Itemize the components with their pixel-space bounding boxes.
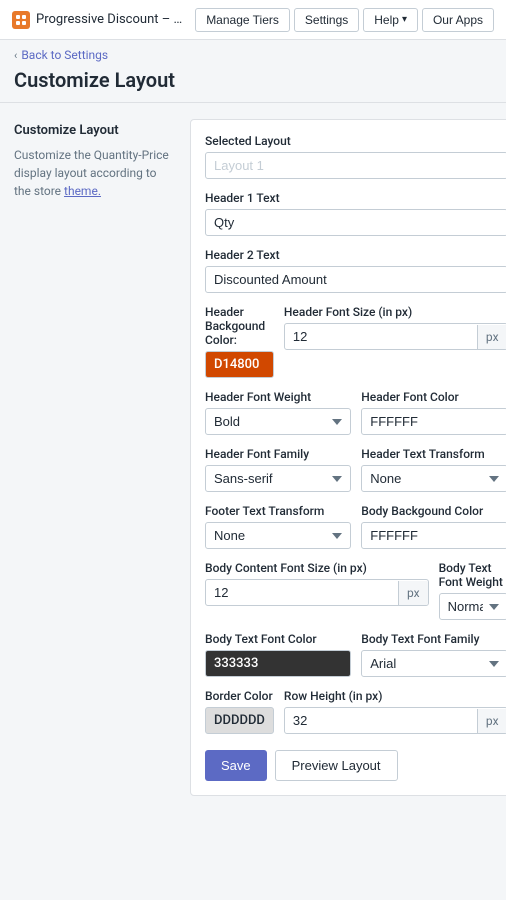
form-actions: Save Preview Layout [205,750,506,781]
header-bg-color-col: Header Backgound Color: D14800 [205,305,274,378]
body-text-family-col: Body Text Font Family Arial Sans-serif G… [361,632,506,677]
header-font-weight-select[interactable]: Bold Normal Light [205,408,351,435]
body-fontsize-fontweight-row: Body Content Font Size (in px) px Body T… [205,561,506,620]
row-height-label: Row Height (in px) [284,689,506,703]
footer-text-transform-select[interactable]: None Uppercase Lowercase [205,522,351,549]
body-text-color-label: Body Text Font Color [205,632,351,646]
sidebar: Customize Layout Customize the Quantity-… [14,119,174,796]
body-text-color-col: Body Text Font Color 333333 [205,632,351,677]
sidebar-description: Customize the Quantity-Price display lay… [14,146,174,200]
header-bg-fontsize-row: Header Backgound Color: D14800 Header Fo… [205,305,506,378]
header-font-family-col: Header Font Family Sans-serif Arial Geor… [205,447,351,492]
settings-button[interactable]: Settings [294,8,359,32]
body-font-size-unit: px [398,581,428,605]
page-title: Customize Layout [0,66,506,102]
header-font-color-col: Header Font Color [361,390,506,435]
body-text-color-input[interactable]: 333333 [205,650,351,677]
our-apps-button[interactable]: Our Apps [422,8,494,32]
body-font-weight-col: Body Text Font Weight Normal Bold Light [439,561,506,620]
body-bg-color-input[interactable] [361,522,506,549]
header-font-family-label: Header Font Family [205,447,351,461]
nav-buttons: Manage Tiers Settings Help ▾ Our Apps [195,8,494,32]
breadcrumb: ‹ Back to Settings [0,40,506,66]
header-font-size-col: Header Font Size (in px) px [284,305,506,378]
body-text-family-label: Body Text Font Family [361,632,506,646]
header2-group: Header 2 Text [205,248,506,293]
header-font-size-wrap: px [284,323,506,350]
form-card: Selected Layout Header 1 Text Header 2 T… [190,119,506,796]
body-font-size-wrap: px [205,579,429,606]
app-title: Progressive Discount – A Tiered Discount… [36,12,189,27]
row-height-wrap: px [284,707,506,734]
header-font-color-input[interactable] [361,408,506,435]
header1-group: Header 1 Text [205,191,506,236]
header-text-transform-select[interactable]: None Uppercase Lowercase Capitalize [361,465,506,492]
row-height-col: Row Height (in px) px [284,689,506,734]
header-text-transform-label: Header Text Transform [361,447,506,461]
header-bg-color-input[interactable]: D14800 [205,351,274,378]
main-layout: Customize Layout Customize the Quantity-… [0,119,506,796]
help-button[interactable]: Help ▾ [363,8,418,32]
header-fontweight-fontcolor-row: Header Font Weight Bold Normal Light Hea… [205,390,506,435]
body-font-weight-label: Body Text Font Weight [439,561,506,589]
page-divider [0,102,506,103]
border-color-row-height-row: Border Color DDDDDD Row Height (in px) p… [205,689,506,734]
header-font-size-unit: px [477,325,506,349]
body-font-size-input[interactable] [206,580,398,605]
body-text-family-select[interactable]: Arial Sans-serif Georgia [361,650,506,677]
selected-layout-input[interactable] [205,152,506,179]
header1-input[interactable] [205,209,506,236]
preview-layout-button[interactable]: Preview Layout [275,750,398,781]
sidebar-theme-link[interactable]: theme. [64,184,101,198]
body-bg-color-col: Body Backgound Color [361,504,506,549]
body-font-size-label: Body Content Font Size (in px) [205,561,429,575]
manage-tiers-button[interactable]: Manage Tiers [195,8,290,32]
header-fontfamily-texttransform-row: Header Font Family Sans-serif Arial Geor… [205,447,506,492]
row-height-input[interactable] [285,708,477,733]
selected-layout-group: Selected Layout [205,134,506,179]
border-color-col: Border Color DDDDDD [205,689,274,734]
header2-input[interactable] [205,266,506,293]
header-font-color-label: Header Font Color [361,390,506,404]
body-font-size-col: Body Content Font Size (in px) px [205,561,429,620]
footer-transform-body-bg-row: Footer Text Transform None Uppercase Low… [205,504,506,549]
footer-text-transform-col: Footer Text Transform None Uppercase Low… [205,504,351,549]
row-height-unit: px [477,709,506,733]
footer-text-transform-label: Footer Text Transform [205,504,351,518]
top-nav: Progressive Discount – A Tiered Discount… [0,0,506,40]
header-font-size-input[interactable] [285,324,477,349]
app-logo [12,11,30,29]
body-bg-color-label: Body Backgound Color [361,504,506,518]
header2-label: Header 2 Text [205,248,506,262]
header-font-weight-col: Header Font Weight Bold Normal Light [205,390,351,435]
header-font-weight-label: Header Font Weight [205,390,351,404]
body-font-weight-select[interactable]: Normal Bold Light [439,593,506,620]
border-color-input[interactable]: DDDDDD [205,707,274,734]
header-font-size-label: Header Font Size (in px) [284,305,506,319]
selected-layout-label: Selected Layout [205,134,506,148]
sidebar-heading: Customize Layout [14,123,174,138]
save-button[interactable]: Save [205,750,267,781]
header-font-family-select[interactable]: Sans-serif Arial Georgia [205,465,351,492]
header-text-transform-col: Header Text Transform None Uppercase Low… [361,447,506,492]
header1-label: Header 1 Text [205,191,506,205]
border-color-label: Border Color [205,689,274,703]
body-fontcolor-fontfamily-row: Body Text Font Color 333333 Body Text Fo… [205,632,506,677]
breadcrumb-arrow: ‹ [14,49,17,62]
header-bg-color-label: Header Backgound Color: [205,305,274,347]
breadcrumb-link[interactable]: Back to Settings [21,48,108,62]
